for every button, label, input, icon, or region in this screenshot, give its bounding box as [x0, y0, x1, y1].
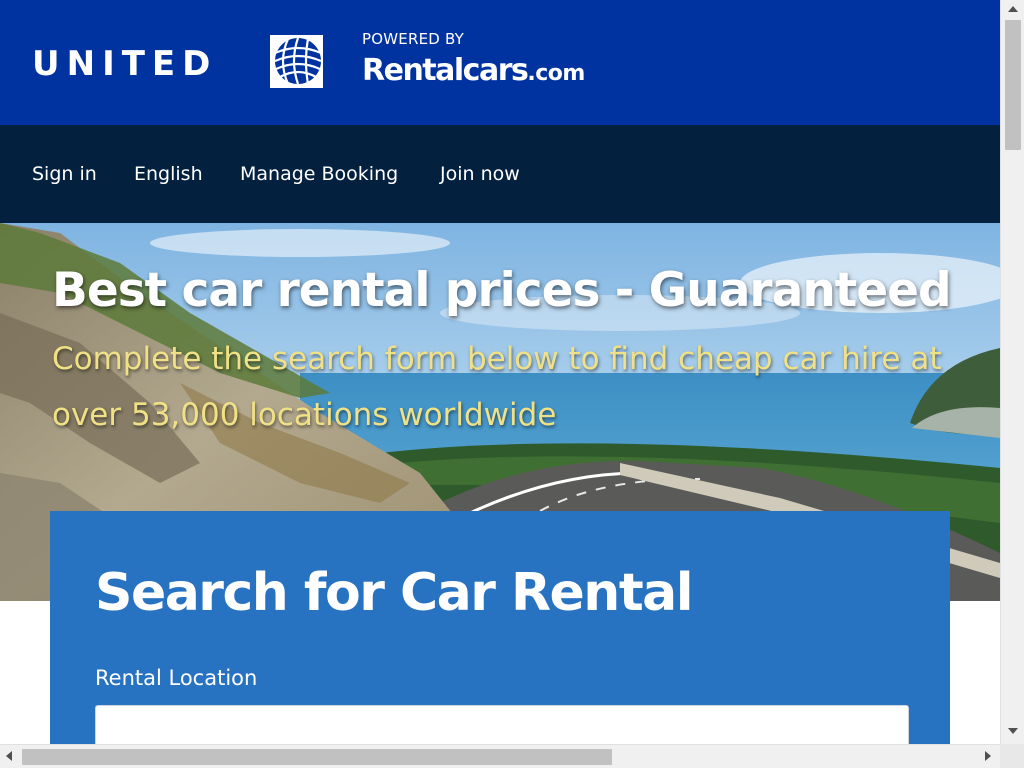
top-navigation: Sign in English Manage Booking Join now — [0, 125, 1000, 223]
nav-join-now[interactable]: Join now — [440, 163, 520, 185]
scrollbar-corner — [1000, 744, 1024, 768]
car-rental-search-form: Search for Car Rental Rental Location — [50, 511, 950, 744]
arrow-up-icon[interactable] — [1008, 6, 1018, 12]
arrow-right-icon[interactable] — [985, 751, 991, 761]
rentalcars-logo-name: Rentalcars — [362, 53, 529, 88]
nav-language[interactable]: English — [134, 163, 203, 185]
rentalcars-logo-suffix: .com — [527, 61, 585, 86]
hero-title: Best car rental prices - Guaranteed — [52, 263, 952, 318]
search-heading: Search for Car Rental — [95, 563, 694, 623]
rental-location-input[interactable] — [95, 705, 909, 744]
vertical-scrollbar[interactable] — [1000, 0, 1024, 744]
nav-manage-booking[interactable]: Manage Booking — [240, 163, 398, 185]
powered-by-label: POWERED BY — [362, 30, 465, 48]
horizontal-scrollbar[interactable] — [0, 744, 1000, 768]
horizontal-scrollbar-thumb[interactable] — [22, 749, 612, 765]
united-globe-icon — [270, 35, 323, 88]
arrow-left-icon[interactable] — [6, 751, 12, 761]
browser-viewport: UNITED POWERED BY Rentalcars.com Sign in… — [0, 0, 1000, 744]
arrow-down-icon[interactable] — [1008, 728, 1018, 734]
hero-subtitle: Complete the search form below to find c… — [52, 341, 942, 433]
united-logo[interactable]: UNITED — [32, 47, 217, 81]
nav-sign-in[interactable]: Sign in — [32, 163, 97, 185]
vertical-scrollbar-thumb[interactable] — [1005, 20, 1021, 150]
rental-location-label: Rental Location — [95, 666, 258, 690]
brand-header: UNITED POWERED BY Rentalcars.com — [0, 0, 1000, 125]
rentalcars-logo[interactable]: Rentalcars.com — [362, 56, 585, 86]
